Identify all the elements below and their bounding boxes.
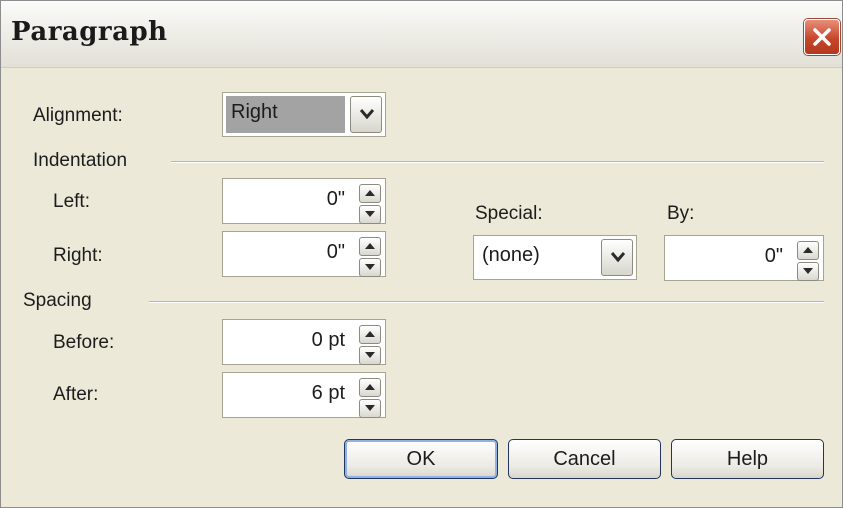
by-spinner[interactable] [797, 241, 819, 283]
alignment-value: Right [231, 101, 278, 123]
spin-down-button[interactable] [797, 262, 819, 281]
left-indent-value: 0" [326, 188, 345, 210]
after-label: After: [53, 384, 99, 405]
spin-up-button[interactable] [359, 184, 381, 203]
arrow-down-icon [803, 268, 813, 274]
spin-up-button[interactable] [359, 378, 381, 397]
arrow-down-icon [365, 211, 375, 217]
after-spacing-value: 6 pt [311, 382, 345, 404]
dialog-body: Alignment: Right Indentation Left: 0" Ri… [1, 68, 842, 507]
spacing-divider [149, 301, 824, 303]
special-dropdown[interactable]: (none) [473, 235, 637, 280]
before-spacing-value: 0 pt [311, 329, 345, 351]
spin-up-button[interactable] [359, 237, 381, 256]
left-indent-field[interactable]: 0" [222, 178, 386, 224]
after-spacing-field[interactable]: 6 pt [222, 372, 386, 418]
special-label: Special: [475, 203, 543, 224]
cancel-button[interactable]: Cancel [508, 439, 661, 479]
before-spacing-field[interactable]: 0 pt [222, 319, 386, 365]
by-field[interactable]: 0" [664, 235, 824, 281]
chevron-down-icon [360, 109, 374, 119]
help-button[interactable]: Help [671, 439, 824, 479]
arrow-down-icon [365, 264, 375, 270]
by-value: 0" [764, 245, 783, 267]
right-indent-field[interactable]: 0" [222, 231, 386, 277]
dialog-title: Paragraph [11, 17, 168, 47]
by-label: By: [667, 203, 695, 224]
arrow-down-icon [365, 352, 375, 358]
special-value: (none) [482, 244, 540, 266]
before-spacing-spinner[interactable] [359, 325, 381, 367]
indentation-group-label: Indentation [33, 150, 128, 171]
alignment-label: Alignment: [33, 105, 123, 126]
spin-down-button[interactable] [359, 399, 381, 418]
alignment-dropdown[interactable]: Right [222, 92, 386, 137]
spin-down-button[interactable] [359, 258, 381, 277]
spin-up-button[interactable] [359, 325, 381, 344]
left-indent-label: Left: [53, 191, 90, 212]
close-icon [813, 28, 831, 46]
arrow-up-icon [365, 384, 375, 390]
right-indent-label: Right: [53, 245, 103, 266]
indentation-divider [171, 161, 824, 163]
arrow-up-icon [365, 243, 375, 249]
arrow-down-icon [365, 405, 375, 411]
chevron-down-icon [611, 252, 625, 262]
before-label: Before: [53, 332, 115, 353]
alignment-dropdown-button[interactable] [350, 96, 382, 133]
ok-button[interactable]: OK [344, 439, 498, 479]
close-button[interactable] [804, 19, 840, 55]
paragraph-dialog: Paragraph Alignment: Right Indentation L… [0, 0, 843, 508]
spin-up-button[interactable] [797, 241, 819, 260]
after-spacing-spinner[interactable] [359, 378, 381, 420]
special-dropdown-button[interactable] [601, 239, 633, 276]
spin-down-button[interactable] [359, 346, 381, 365]
spacing-group-label: Spacing [23, 290, 92, 311]
spin-down-button[interactable] [359, 205, 381, 224]
title-bar: Paragraph [1, 1, 842, 68]
arrow-up-icon [803, 247, 813, 253]
arrow-up-icon [365, 190, 375, 196]
arrow-up-icon [365, 331, 375, 337]
left-indent-spinner[interactable] [359, 184, 381, 226]
right-indent-spinner[interactable] [359, 237, 381, 279]
right-indent-value: 0" [326, 241, 345, 263]
